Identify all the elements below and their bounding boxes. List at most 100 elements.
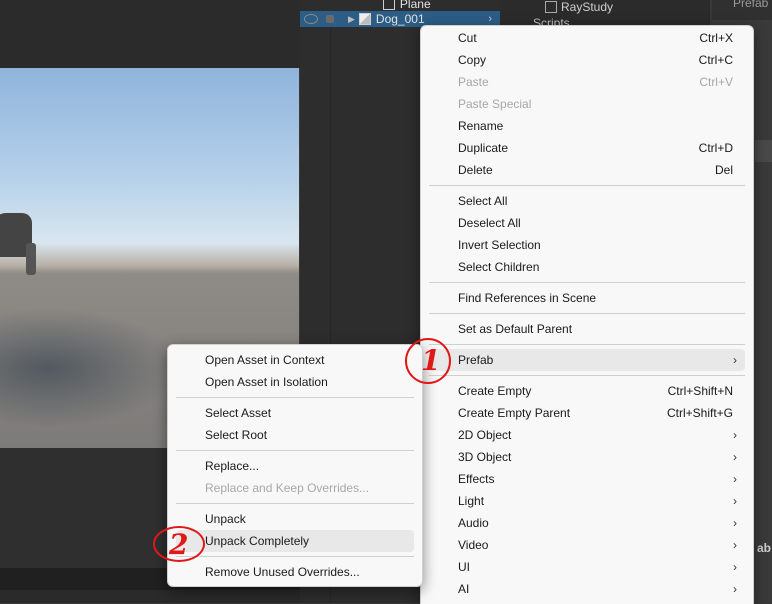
menu-item-label: Paste Special — [458, 97, 532, 111]
menu-item-label: AI — [458, 582, 470, 596]
menu-item-open-asset-in-context[interactable]: Open Asset in Context — [176, 349, 414, 371]
menu-item-select-all[interactable]: Select All — [429, 190, 745, 212]
menu-item-label: Create Empty — [458, 384, 532, 398]
menu-item-label: Light — [458, 494, 485, 508]
menu-item-3d-object[interactable]: 3D Object › — [429, 446, 745, 468]
menu-item-label: Deselect All — [458, 216, 521, 230]
menu-item-set-default-parent[interactable]: Set as Default Parent — [429, 318, 745, 340]
pickability-hand-icon[interactable] — [326, 15, 334, 23]
menu-item-label: Invert Selection — [458, 238, 541, 252]
menu-item-label: Select Children — [458, 260, 540, 274]
menu-item-label: Create Empty Parent — [458, 406, 571, 420]
menu-item-shortcut: Ctrl+D — [698, 141, 733, 155]
menu-separator — [429, 185, 745, 186]
menu-item-label: 3D Object — [458, 450, 512, 464]
submenu-arrow-icon: › — [733, 538, 737, 552]
menu-item-label: Copy — [458, 53, 487, 67]
menu-item-label: Select All — [458, 194, 508, 208]
submenu-arrow-icon: › — [733, 428, 737, 442]
menu-item-label: Select Asset — [205, 406, 272, 420]
submenu-arrow-icon: › — [733, 582, 737, 596]
menu-item-shortcut: Del — [714, 163, 733, 177]
hierarchy-item-label: Dog_001 — [375, 12, 425, 26]
menu-item-effects[interactable]: Effects › — [429, 468, 745, 490]
annotation-step-2: 2 — [153, 526, 205, 562]
menu-separator — [176, 397, 414, 398]
prefab-submenu: Open Asset in Context Open Asset in Isol… — [167, 344, 423, 587]
menu-item-label: Open Asset in Isolation — [205, 375, 328, 389]
inspector-header-label: Prefab — [733, 0, 769, 10]
menu-item-label: UI — [458, 560, 470, 574]
menu-item-shortcut: Ctrl+X — [699, 31, 733, 45]
menu-item-label: Unpack — [205, 512, 246, 526]
prefab-cube-icon — [358, 13, 371, 25]
hierarchy-item-label: Plane — [399, 0, 431, 11]
annotation-number: 1 — [421, 344, 441, 377]
ground-shadow — [0, 308, 180, 428]
menu-separator — [176, 450, 414, 451]
menu-item-find-references[interactable]: Find References in Scene — [429, 287, 745, 309]
submenu-arrow-icon: › — [733, 494, 737, 508]
menu-item-label: Unpack Completely — [205, 534, 310, 548]
chevron-right-icon[interactable]: › — [488, 13, 492, 25]
menu-item-rename[interactable]: Rename — [429, 115, 745, 137]
menu-item-cut[interactable]: Cut Ctrl+X — [429, 27, 745, 49]
menu-item-shortcut: Ctrl+C — [698, 53, 733, 67]
submenu-arrow-icon: › — [733, 516, 737, 530]
menu-item-ai[interactable]: AI › — [429, 578, 745, 600]
menu-separator — [429, 344, 745, 345]
menu-item-paste: Paste Ctrl+V — [429, 71, 745, 93]
menu-item-label: Duplicate — [458, 141, 509, 155]
menu-item-light[interactable]: Light › — [429, 490, 745, 512]
menu-item-unpack[interactable]: Unpack — [176, 508, 414, 530]
menu-item-label: Replace... — [205, 459, 260, 473]
menu-item-label: Paste — [458, 75, 489, 89]
inspector-field — [755, 140, 772, 162]
menu-item-prefab[interactable]: Prefab › — [429, 349, 745, 371]
menu-item-audio[interactable]: Audio › — [429, 512, 745, 534]
menu-item-replace-keep-overrides: Replace and Keep Overrides... — [176, 477, 414, 499]
menu-item-select-root[interactable]: Select Root — [176, 424, 414, 446]
menu-item-label: Prefab — [458, 353, 494, 367]
menu-item-shortcut: Ctrl+Shift+G — [666, 406, 733, 420]
menu-item-label: Set as Default Parent — [458, 322, 573, 336]
inspector-label: ab — [757, 541, 772, 555]
menu-item-duplicate[interactable]: Duplicate Ctrl+D — [429, 137, 745, 159]
submenu-arrow-icon: › — [733, 472, 737, 486]
project-root-label[interactable]: RayStudy — [561, 0, 613, 14]
menu-separator — [176, 503, 414, 504]
visibility-eye-icon[interactable] — [304, 14, 318, 24]
menu-item-copy[interactable]: Copy Ctrl+C — [429, 49, 745, 71]
context-menu: Cut Ctrl+X Copy Ctrl+C Paste Ctrl+V Paste S… — [420, 25, 754, 604]
menu-item-open-asset-in-isolation[interactable]: Open Asset in Isolation — [176, 371, 414, 393]
menu-item-label: Effects — [458, 472, 495, 486]
menu-item-delete[interactable]: Delete Del — [429, 159, 745, 181]
menu-item-video[interactable]: Video › — [429, 534, 745, 556]
menu-item-paste-special: Paste Special — [429, 93, 745, 115]
menu-item-invert-selection[interactable]: Invert Selection — [429, 234, 745, 256]
submenu-arrow-icon: › — [733, 560, 737, 574]
menu-item-select-children[interactable]: Select Children — [429, 256, 745, 278]
menu-item-label: Replace and Keep Overrides... — [205, 481, 370, 495]
menu-separator — [429, 375, 745, 376]
menu-item-label: Delete — [458, 163, 493, 177]
menu-item-ui[interactable]: UI › — [429, 556, 745, 578]
submenu-arrow-icon: › — [733, 450, 737, 464]
menu-item-label: Find References in Scene — [458, 291, 597, 305]
menu-item-deselect-all[interactable]: Deselect All — [429, 212, 745, 234]
dog-model-leg — [26, 243, 36, 275]
menu-item-label: Remove Unused Overrides... — [205, 565, 360, 579]
menu-item-select-asset[interactable]: Select Asset — [176, 402, 414, 424]
menu-item-remove-unused-overrides[interactable]: Remove Unused Overrides... — [176, 561, 414, 583]
menu-item-create-empty[interactable]: Create Empty Ctrl+Shift+N — [429, 380, 745, 402]
menu-item-label: Open Asset in Context — [205, 353, 325, 367]
menu-item-unpack-completely[interactable]: Unpack Completely — [176, 530, 414, 552]
scene-toolbar — [0, 0, 300, 68]
expand-arrow-icon[interactable]: ▶ — [348, 14, 355, 25]
submenu-arrow-icon: › — [733, 353, 737, 367]
menu-item-create-empty-parent[interactable]: Create Empty Parent Ctrl+Shift+G — [429, 402, 745, 424]
menu-item-replace[interactable]: Replace... — [176, 455, 414, 477]
menu-item-shortcut: Ctrl+Shift+N — [667, 384, 733, 398]
folder-icon — [545, 1, 557, 13]
menu-item-2d-object[interactable]: 2D Object › — [429, 424, 745, 446]
